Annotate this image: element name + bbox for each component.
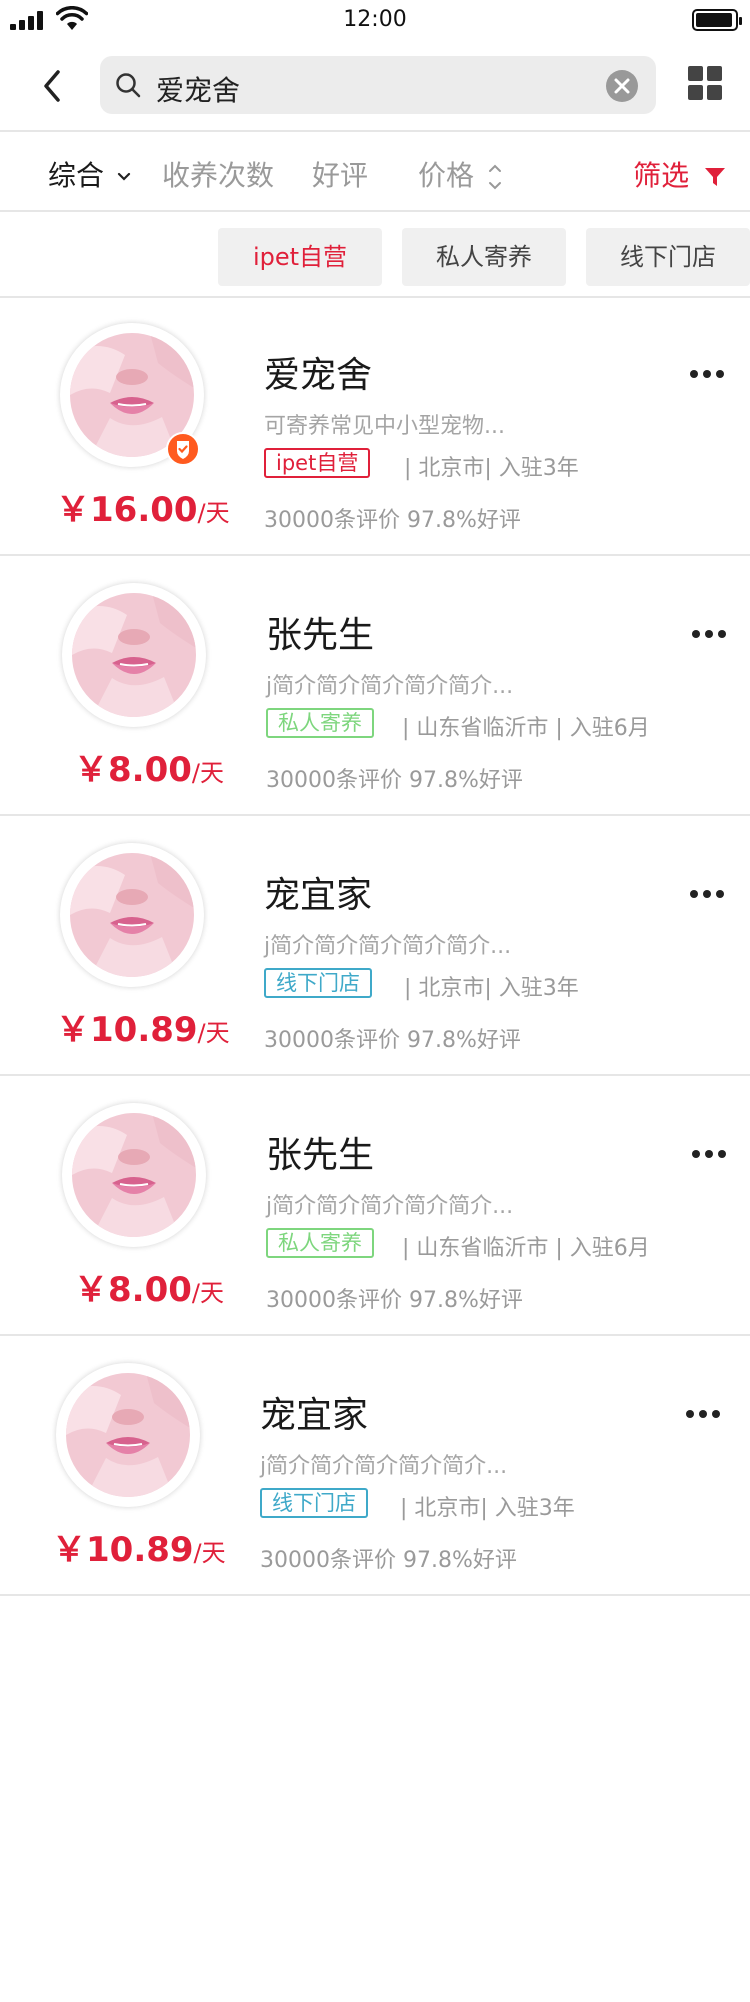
avatar bbox=[62, 1103, 206, 1247]
sort-rating[interactable]: 好评 bbox=[312, 154, 368, 194]
price-value: ￥10.89 bbox=[56, 1010, 198, 1050]
price-per-day: ￥8.00/天 bbox=[74, 742, 224, 791]
price-unit: /天 bbox=[191, 759, 224, 787]
clear-icon[interactable] bbox=[606, 70, 638, 102]
shop-description: j简介简介简介简介简介... bbox=[264, 934, 512, 959]
shop-list-item[interactable]: ￥8.00/天 张先生 j简介简介简介简介简介... 私人寄养 | 山东省临沂市… bbox=[0, 1078, 750, 1336]
sort-price[interactable]: 价格 bbox=[418, 154, 503, 194]
price-per-day: ￥10.89/天 bbox=[56, 1002, 230, 1051]
status-time: 12:00 bbox=[343, 7, 407, 32]
avatar bbox=[60, 843, 204, 987]
more-options-icon[interactable] bbox=[692, 1150, 726, 1158]
price-value: ￥8.00 bbox=[74, 750, 192, 790]
shop-name: 张先生 bbox=[266, 615, 375, 656]
shop-description: j简介简介简介简介简介... bbox=[266, 674, 514, 699]
shop-list-item[interactable]: ￥16.00/天 爱宠舍 可寄养常见中小型宠物... ipet自营 | 北京市|… bbox=[0, 298, 750, 556]
price-unit: /天 bbox=[197, 1019, 230, 1047]
shop-name: 宠宜家 bbox=[264, 875, 373, 916]
avatar-image bbox=[70, 853, 194, 977]
price-unit: /天 bbox=[193, 1539, 226, 1567]
review-stats: 30000条评价 97.8%好评 bbox=[264, 1028, 521, 1053]
search-header: 爱宠舍 bbox=[0, 40, 750, 132]
sort-bar: 综合 收养次数 好评 价格 筛选 bbox=[0, 132, 750, 212]
shop-description: j简介简介简介简介简介... bbox=[260, 1454, 508, 1479]
more-options-icon[interactable] bbox=[686, 1410, 720, 1418]
filter-button[interactable]: 筛选 bbox=[633, 154, 726, 194]
battery-icon bbox=[692, 9, 742, 31]
shop-list-item[interactable]: ￥10.89/天 宠宜家 j简介简介简介简介简介... 线下门店 | 北京市| … bbox=[0, 818, 750, 1076]
review-stats: 30000条评价 97.8%好评 bbox=[260, 1548, 517, 1573]
avatar bbox=[56, 1363, 200, 1507]
shop-description: j简介简介简介简介简介... bbox=[266, 1194, 514, 1219]
status-bar: 12:00 bbox=[0, 0, 750, 40]
price-value: ￥16.00 bbox=[56, 490, 198, 530]
shop-location: | 北京市| 入驻3年 bbox=[404, 976, 579, 1001]
review-stats: 30000条评价 97.8%好评 bbox=[266, 1288, 523, 1313]
shop-list-item[interactable]: ￥8.00/天 张先生 j简介简介简介简介简介... 私人寄养 | 山东省临沂市… bbox=[0, 558, 750, 816]
review-stats: 30000条评价 97.8%好评 bbox=[266, 768, 523, 793]
sort-comprehensive[interactable]: 综合 bbox=[48, 154, 131, 194]
chip-ipet-self-operated[interactable]: ipet自营 bbox=[218, 228, 382, 286]
avatar-image bbox=[72, 593, 196, 717]
shop-type-tag: 私人寄养 bbox=[266, 708, 374, 738]
avatar-image bbox=[66, 1373, 190, 1497]
search-icon bbox=[116, 73, 141, 98]
verified-badge-icon bbox=[166, 432, 200, 466]
review-stats: 30000条评价 97.8%好评 bbox=[264, 508, 521, 533]
shop-name: 张先生 bbox=[266, 1135, 375, 1176]
chip-offline-store[interactable]: 线下门店 bbox=[586, 228, 750, 286]
shop-name: 爱宠舍 bbox=[264, 355, 373, 396]
avatar-image bbox=[72, 1113, 196, 1237]
shop-type-tag: 线下门店 bbox=[260, 1488, 368, 1518]
shop-location: | 北京市| 入驻3年 bbox=[404, 456, 579, 481]
shop-name: 宠宜家 bbox=[260, 1395, 369, 1436]
chip-private-boarding[interactable]: 私人寄养 bbox=[402, 228, 566, 286]
avatar bbox=[62, 583, 206, 727]
shop-type-tag: 线下门店 bbox=[264, 968, 372, 998]
shop-location: | 山东省临沂市 | 入驻6月 bbox=[402, 716, 650, 741]
more-options-icon[interactable] bbox=[690, 890, 724, 898]
shop-location: | 山东省临沂市 | 入驻6月 bbox=[402, 1236, 650, 1261]
grid-view-icon[interactable] bbox=[688, 66, 722, 100]
price-value: ￥8.00 bbox=[74, 1270, 192, 1310]
back-arrow-icon[interactable] bbox=[38, 68, 68, 104]
shop-type-tag: ipet自营 bbox=[264, 448, 371, 478]
price-per-day: ￥8.00/天 bbox=[74, 1262, 224, 1311]
shop-description: 可寄养常见中小型宠物... bbox=[264, 414, 505, 439]
search-input[interactable]: 爱宠舍 bbox=[100, 56, 656, 114]
chevron-down-icon bbox=[117, 172, 131, 181]
shop-type-tag: 私人寄养 bbox=[266, 1228, 374, 1258]
filter-funnel-icon bbox=[705, 168, 725, 186]
sort-adoption-count[interactable]: 收养次数 bbox=[162, 154, 274, 194]
search-query: 爱宠舍 bbox=[156, 74, 241, 107]
more-options-icon[interactable] bbox=[690, 370, 724, 378]
price-per-day: ￥10.89/天 bbox=[52, 1522, 226, 1571]
price-value: ￥10.89 bbox=[52, 1530, 194, 1570]
price-per-day: ￥16.00/天 bbox=[56, 482, 230, 531]
more-options-icon[interactable] bbox=[692, 630, 726, 638]
category-filter-row: ipet自营 私人寄养 线下门店 bbox=[0, 212, 750, 298]
price-unit: /天 bbox=[191, 1279, 224, 1307]
price-unit: /天 bbox=[197, 499, 230, 527]
sort-arrows-icon bbox=[488, 164, 501, 190]
shop-list-item[interactable]: ￥10.89/天 宠宜家 j简介简介简介简介简介... 线下门店 | 北京市| … bbox=[0, 1338, 750, 1596]
shop-location: | 北京市| 入驻3年 bbox=[400, 1496, 575, 1521]
